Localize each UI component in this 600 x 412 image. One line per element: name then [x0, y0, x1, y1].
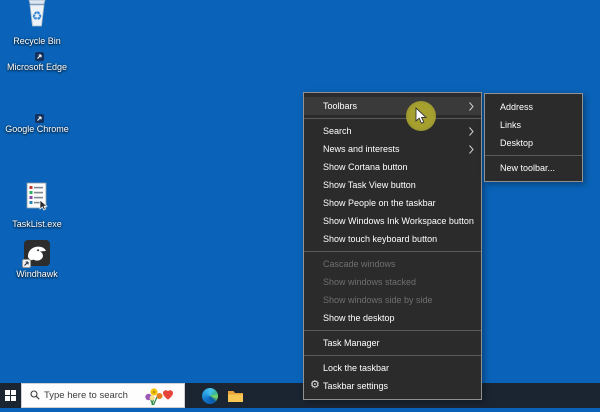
shortcut-arrow-icon [35, 52, 44, 61]
menu-item-cascade-windows: Cascade windows [304, 255, 481, 273]
desktop-icon-label: TaskList.exe [12, 219, 62, 230]
desktop-icon-label: Google Chrome [5, 124, 69, 135]
menu-item-show-touch-keyboard[interactable]: Show touch keyboard button [304, 230, 481, 248]
chevron-right-icon [469, 127, 474, 138]
tasklist-icon [25, 182, 50, 216]
desktop-icon-windhawk[interactable]: Windhawk [2, 240, 72, 280]
submenu-item-links[interactable]: Links [485, 116, 582, 134]
menu-separator [304, 251, 481, 252]
menu-item-search[interactable]: Search [304, 122, 481, 140]
menu-separator [304, 118, 481, 119]
menu-item-taskbar-settings[interactable]: ⚙ Taskbar settings [304, 377, 481, 395]
menu-item-show-windows-side-by-side: Show windows side by side [304, 291, 481, 309]
menu-item-task-manager[interactable]: Task Manager [304, 334, 481, 352]
shortcut-arrow-icon [22, 259, 31, 268]
desktop-icon-label: Microsoft Edge [7, 62, 67, 73]
shortcut-arrow-icon [35, 114, 44, 123]
svg-text:♻: ♻ [32, 9, 43, 23]
taskbar-file-explorer-icon[interactable] [223, 383, 247, 408]
submenu-item-address[interactable]: Address [485, 98, 582, 116]
desktop-icon-google-chrome[interactable]: Google Chrome [2, 121, 72, 135]
menu-separator [304, 330, 481, 331]
chevron-right-icon [469, 102, 474, 113]
gear-icon: ⚙ [310, 380, 320, 391]
chevron-right-icon [469, 145, 474, 156]
taskbar-context-menu: Toolbars Search News and interests Show … [303, 92, 482, 400]
start-button[interactable] [0, 383, 21, 408]
taskbar-search[interactable] [21, 383, 185, 408]
taskbar-microsoft-edge-icon[interactable] [198, 383, 222, 408]
submenu-item-desktop[interactable]: Desktop [485, 134, 582, 152]
desktop-icon-tasklist-exe[interactable]: TaskList.exe [2, 182, 72, 230]
menu-item-show-people[interactable]: Show People on the taskbar [304, 194, 481, 212]
menu-item-lock-the-taskbar[interactable]: Lock the taskbar [304, 359, 481, 377]
toolbars-submenu: Address Links Desktop New toolbar... [484, 93, 583, 182]
search-input[interactable] [44, 390, 136, 401]
submenu-item-new-toolbar[interactable]: New toolbar... [485, 159, 582, 177]
windows-logo-icon [5, 390, 16, 401]
menu-item-show-task-view-button[interactable]: Show Task View button [304, 176, 481, 194]
menu-separator [304, 355, 481, 356]
windhawk-icon [24, 240, 50, 266]
taskbar [0, 383, 600, 408]
search-icon [30, 387, 40, 405]
mouse-cursor-icon [415, 107, 427, 130]
menu-item-show-windows-stacked: Show windows stacked [304, 273, 481, 291]
desktop-icon-label: Recycle Bin [13, 36, 61, 47]
desktop-icon-recycle-bin[interactable]: ♻ Recycle Bin [2, 0, 72, 47]
desktop-icon-microsoft-edge[interactable]: Microsoft Edge [2, 59, 72, 73]
menu-item-show-cortana-button[interactable]: Show Cortana button [304, 158, 481, 176]
menu-item-toolbars[interactable]: Toolbars [304, 97, 481, 115]
menu-item-news-and-interests[interactable]: News and interests [304, 140, 481, 158]
recycle-bin-icon: ♻ [23, 0, 51, 33]
desktop-icon-label: Windhawk [16, 269, 58, 280]
menu-item-show-the-desktop[interactable]: Show the desktop [304, 309, 481, 327]
menu-separator [485, 155, 582, 156]
menu-item-show-ink-workspace[interactable]: Show Windows Ink Workspace button [304, 212, 481, 230]
